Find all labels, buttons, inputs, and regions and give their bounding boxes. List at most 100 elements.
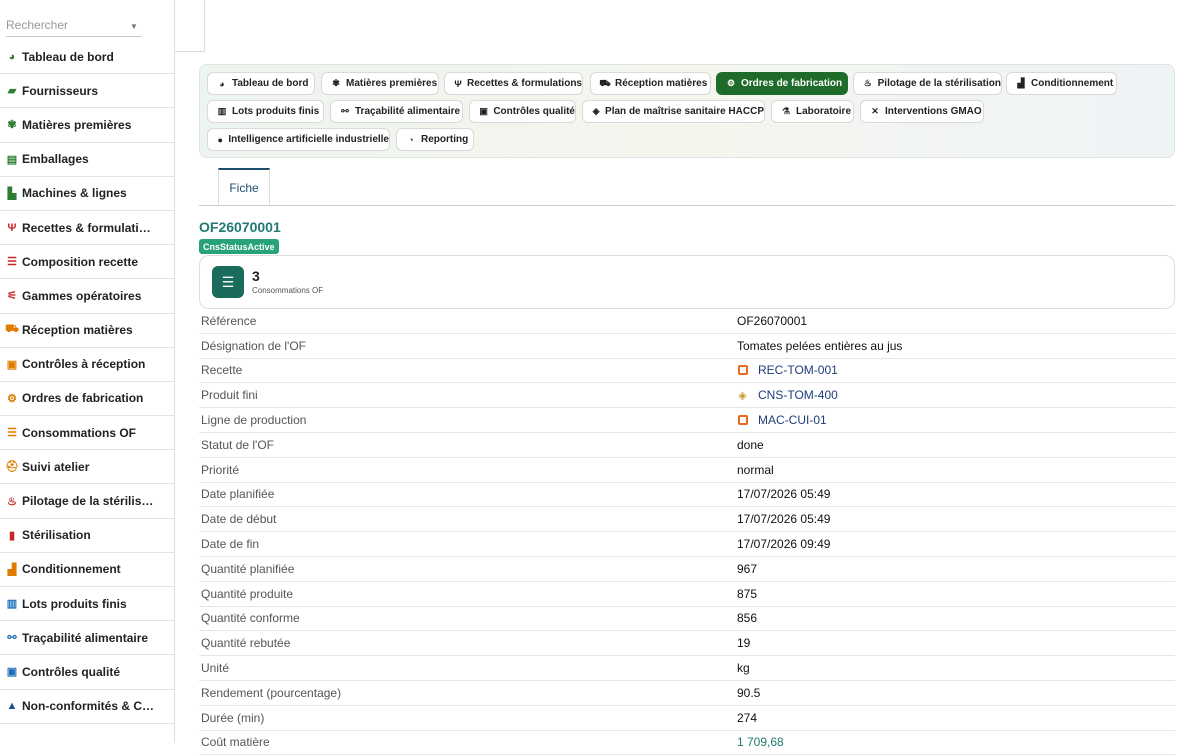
machine-box-icon xyxy=(737,415,748,426)
field-label: Durée (min) xyxy=(201,710,265,725)
tools-icon: ✕ xyxy=(871,106,879,116)
sidebar-item[interactable]: ▲ Non-conformités & C… xyxy=(0,690,174,724)
field-value-text: 17/07/2026 05:49 xyxy=(737,487,831,502)
sidebar: Rechercher ▼ ◕ Tableau de bord ▰ Fournisseu… xyxy=(0,0,175,743)
module-tab-label: Réception matières xyxy=(615,78,708,89)
sidebar-item[interactable]: ◕ Tableau de bord xyxy=(0,40,174,75)
sidebar-item[interactable]: ▣ Contrôles à réception xyxy=(0,348,174,382)
module-tab[interactable]: ● Intelligence artificielle industrielle xyxy=(207,128,390,151)
seedling-icon: ✾ xyxy=(7,119,17,132)
sidebar-item[interactable]: ▰ Fournisseurs xyxy=(0,74,174,109)
field-row: Référence OF26070001 xyxy=(199,309,1175,334)
module-tab[interactable]: ✾ Matières premières xyxy=(321,72,439,95)
sidebar-item[interactable]: ⚟ Gammes opératoires xyxy=(0,279,174,314)
sidebar-item-label: Matières premières xyxy=(22,117,132,132)
module-tab[interactable]: ◔ Reporting xyxy=(396,128,474,151)
field-value[interactable]: MAC-CUI-01 xyxy=(737,413,827,427)
module-tab-label: Conditionnement xyxy=(1031,78,1114,89)
module-tab[interactable]: ✕ Interventions GMAO xyxy=(860,100,984,123)
module-tab[interactable]: ⛟ Réception matières xyxy=(590,72,711,95)
lightbulb-icon: ● xyxy=(217,134,223,145)
helmet-icon: ⛑ xyxy=(5,461,19,474)
sidebar-item[interactable]: ♨ Pilotage de la stérilis… xyxy=(0,484,174,519)
module-tab[interactable]: ⚯ Traçabilité alimentaire xyxy=(330,100,463,123)
module-tab[interactable]: ⚙ Ordres de fabrication xyxy=(716,72,848,95)
search-input[interactable]: Rechercher xyxy=(6,18,142,37)
stat-card-consommations[interactable]: ☰ 3 Consommations OF xyxy=(199,255,1175,309)
module-tab[interactable]: ⚗ Laboratoire xyxy=(771,100,854,123)
pie-chart-icon: ◔ xyxy=(408,134,414,145)
factory-icon: ▙ xyxy=(7,187,17,200)
sidebar-item[interactable]: ☰ Consommations OF xyxy=(0,416,174,451)
field-value-text[interactable]: CNS-TOM-400 xyxy=(758,388,838,402)
sidebar-item-label: Pilotage de la stérilis… xyxy=(22,494,154,509)
field-label: Désignation de l'OF xyxy=(201,338,307,353)
list-icon: ☰ xyxy=(7,427,17,440)
sidebar-item-label: Réception matières xyxy=(22,323,133,338)
field-label: Quantité conforme xyxy=(201,611,300,626)
utensils-icon: Ψ xyxy=(7,221,17,234)
field-value-text[interactable]: REC-TOM-001 xyxy=(758,363,838,377)
sidebar-item[interactable]: ✾ Matières premières xyxy=(0,108,174,143)
sidebar-item[interactable]: ⛑ Suivi atelier xyxy=(0,450,174,485)
clipboard-check-icon: ▣ xyxy=(6,358,18,371)
field-value: 967 xyxy=(737,562,757,576)
recipe-box-icon xyxy=(737,365,748,376)
stat-value: 3 xyxy=(252,268,260,284)
flask-icon: ⚗ xyxy=(781,106,791,116)
sidebar-item-label: Ordres de fabrication xyxy=(22,391,144,406)
sidebar-item-label: Contrôles qualité xyxy=(22,664,121,679)
sidebar-item[interactable]: Ψ Recettes & formulati… xyxy=(0,211,174,246)
sidebar-item[interactable]: ⚯ Traçabilité alimentaire xyxy=(0,621,174,656)
main-content: ◕ Tableau de bord ✾ Matières premières Ψ Rece… xyxy=(199,0,1175,755)
module-tab[interactable]: ◈ Plan de maîtrise sanitaire HACCP xyxy=(582,100,765,123)
module-tab[interactable]: Ψ Recettes & formulations xyxy=(444,72,583,95)
field-value-text: 17/07/2026 09:49 xyxy=(737,537,831,552)
module-tab[interactable]: ♨ Pilotage de la stérilisation xyxy=(853,72,1002,95)
field-label: Référence xyxy=(201,313,257,328)
field-row: Priorité normal xyxy=(199,458,1175,483)
module-tab[interactable]: ◕ Tableau de bord xyxy=(207,72,315,95)
field-value[interactable]: REC-TOM-001 xyxy=(737,363,838,377)
dolly-icon: ⛟ xyxy=(599,77,611,88)
sidebar-item[interactable]: ⛟ Réception matières xyxy=(0,314,174,348)
sidebar-item[interactable]: ▤ Emballages xyxy=(0,143,174,177)
sidebar-item[interactable]: ▥ Lots produits finis xyxy=(0,587,174,622)
module-tab-label: Lots produits finis xyxy=(232,106,320,117)
field-value-text: 90.5 xyxy=(737,685,761,700)
field-row: Durée (min) 274 xyxy=(199,706,1175,731)
field-value-text: OF26070001 xyxy=(737,313,808,328)
sidebar-item-label: Emballages xyxy=(22,152,89,167)
module-tab-label: Laboratoire xyxy=(796,106,852,117)
field-value-text[interactable]: 1 709,68 xyxy=(737,735,784,749)
sidebar-item[interactable]: ▮ Stérilisation xyxy=(0,519,174,553)
field-value[interactable]: 1 709,68 xyxy=(737,735,784,749)
field-value: normal xyxy=(737,463,774,477)
field-value: 90.5 xyxy=(737,686,760,700)
tab-divider xyxy=(199,205,1175,206)
field-label: Rendement (pourcentage) xyxy=(201,685,342,700)
field-table: Référence OF26070001 Désignation de l'OF To… xyxy=(199,309,1175,755)
fire-icon: ♨ xyxy=(863,78,872,88)
field-value[interactable]: ◈ CNS-TOM-400 xyxy=(737,388,838,402)
sidebar-item[interactable]: ▣ Contrôles qualité xyxy=(0,655,174,690)
warning-icon: ▲ xyxy=(6,700,18,713)
tab-fiche[interactable]: Fiche xyxy=(218,168,270,206)
module-tab[interactable]: ▟ Conditionnement xyxy=(1006,72,1117,95)
module-tab[interactable]: ▥ Lots produits finis xyxy=(207,100,324,123)
sidebar-item[interactable]: ⚙ Ordres de fabrication xyxy=(0,382,174,417)
sidebar-item[interactable]: ▟ Conditionnement xyxy=(0,553,174,587)
search-select[interactable]: Rechercher ▼ xyxy=(0,0,174,40)
module-tab[interactable]: ▣ Contrôles qualité xyxy=(469,100,576,123)
field-row: Quantité rebutée 19 xyxy=(199,631,1175,657)
status-badge: CnsStatusActive xyxy=(199,239,279,254)
field-value: OF26070001 xyxy=(737,314,807,328)
utensils-icon: Ψ xyxy=(454,78,462,89)
module-tabbar: ◕ Tableau de bord ✾ Matières premières Ψ Rece… xyxy=(199,64,1175,158)
chevron-down-icon[interactable]: ▼ xyxy=(130,22,138,31)
sidebar-item-label: Traçabilité alimentaire xyxy=(22,630,149,645)
sidebar-item[interactable]: ▙ Machines & lignes xyxy=(0,177,174,211)
field-value-text: done xyxy=(737,437,764,452)
sidebar-item[interactable]: ☰ Composition recette xyxy=(0,245,174,280)
field-value-text[interactable]: MAC-CUI-01 xyxy=(758,413,827,427)
